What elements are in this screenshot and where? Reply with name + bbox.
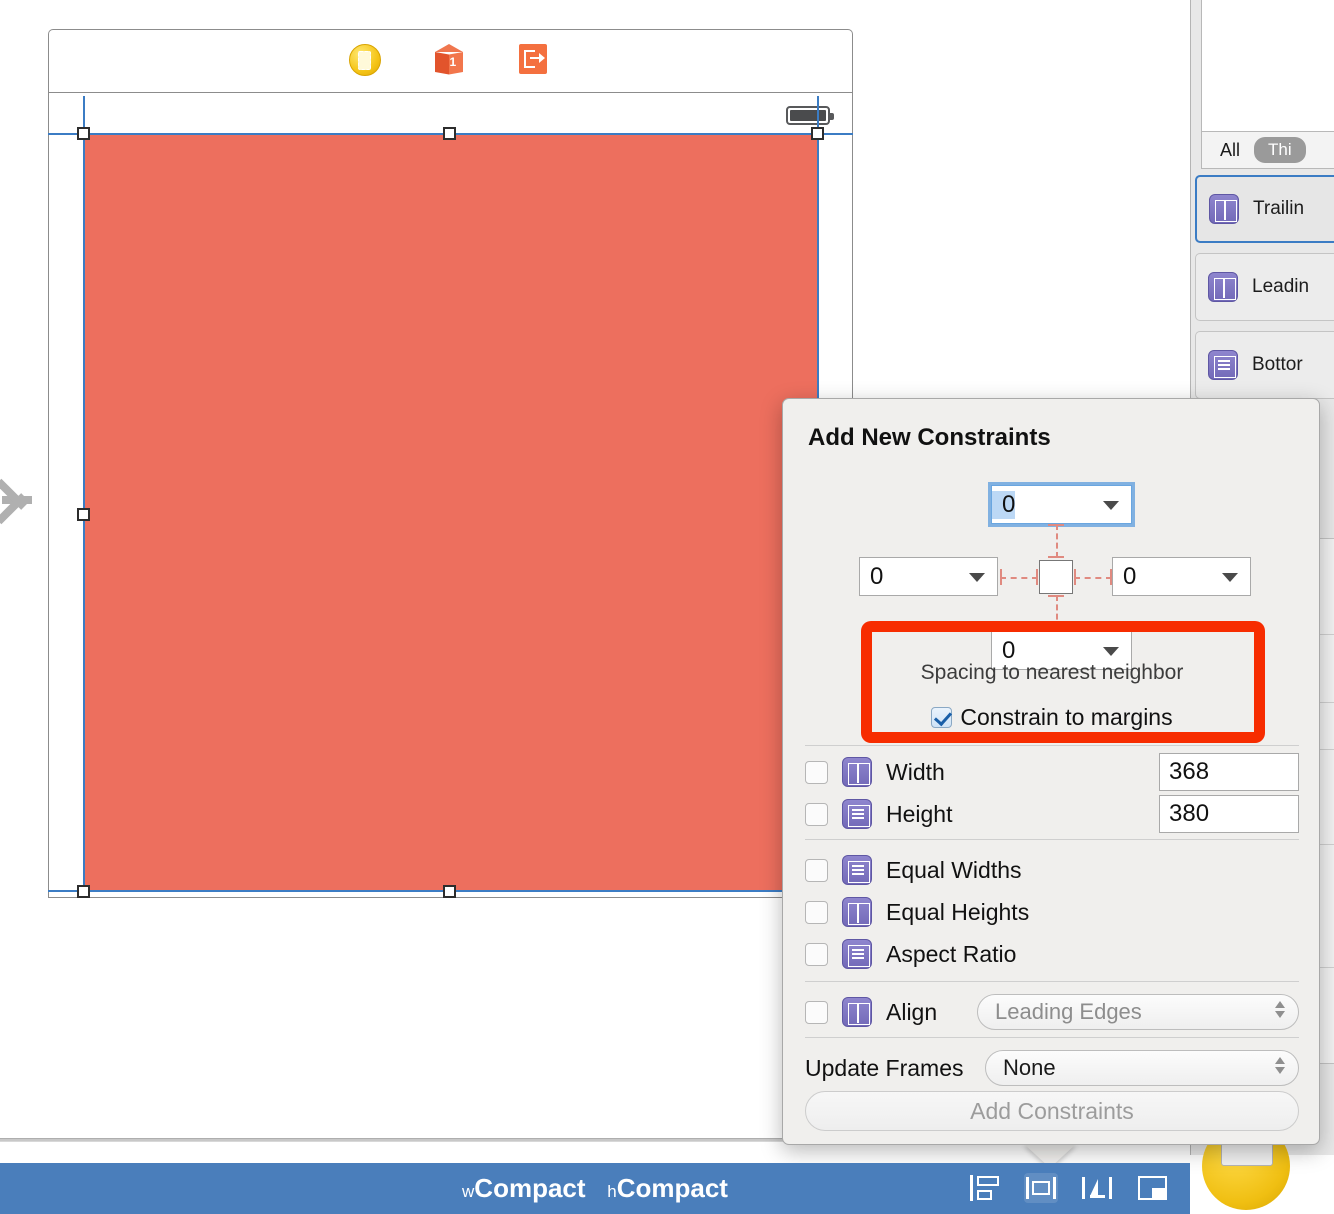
chevron-down-icon[interactable] xyxy=(1222,573,1238,582)
spacing-connector-right[interactable] xyxy=(1074,571,1112,583)
spacing-connector-top[interactable] xyxy=(1050,524,1062,558)
initial-view-controller-arrow xyxy=(2,465,46,535)
width-class-value: Compact xyxy=(474,1173,585,1203)
filter-this-tab[interactable]: Thi xyxy=(1254,137,1306,163)
constraint-row-bottom[interactable]: Bottor xyxy=(1195,331,1334,399)
constraint-filter-row[interactable]: All Thi xyxy=(1201,131,1334,169)
stepper-icon[interactable] xyxy=(1275,1001,1285,1018)
align-option-row[interactable]: Align Leading Edges xyxy=(805,991,1299,1033)
spacing-caption: Spacing to nearest neighbor xyxy=(783,661,1321,685)
stepper-icon[interactable] xyxy=(1275,1057,1285,1074)
exit-segue-icon[interactable] xyxy=(519,44,553,78)
spacing-right-value: 0 xyxy=(1113,563,1136,591)
spacing-connector-bottom[interactable] xyxy=(1050,595,1062,629)
spacing-connector-left[interactable] xyxy=(1000,571,1038,583)
spacing-left-value: 0 xyxy=(860,563,883,591)
size-class-bar[interactable]: wCompact hCompact xyxy=(0,1163,1190,1214)
height-option-row[interactable]: Height 380 xyxy=(805,793,1299,835)
equal-widths-icon xyxy=(842,855,872,885)
width-value-field[interactable]: 368 xyxy=(1159,753,1299,791)
add-new-constraints-popover[interactable]: Add New Constraints 0 0 0 0 xyxy=(782,398,1320,1145)
view-controller-icon[interactable] xyxy=(349,44,383,78)
align-label: Align xyxy=(886,999,937,1026)
update-frames-row[interactable]: Update Frames None xyxy=(805,1047,1299,1089)
aspect-ratio-icon xyxy=(842,939,872,969)
selection-handle-middle-left[interactable] xyxy=(77,508,90,521)
equal-widths-label: Equal Widths xyxy=(886,857,1022,884)
chevron-down-icon[interactable] xyxy=(969,573,985,582)
device-frame[interactable] xyxy=(48,92,853,898)
update-frames-value: None xyxy=(1003,1055,1056,1081)
spacing-control-cluster[interactable]: 0 0 0 0 xyxy=(783,459,1321,659)
trailing-constraint-icon xyxy=(1209,194,1239,224)
constrain-to-margins-row[interactable]: Constrain to margins xyxy=(783,704,1321,731)
constraint-label: Trailin xyxy=(1253,198,1304,220)
spacing-top-field[interactable]: 0 xyxy=(991,485,1132,524)
width-constraint-icon xyxy=(842,757,872,787)
align-button[interactable] xyxy=(968,1173,1002,1203)
aspect-ratio-option-row[interactable]: Aspect Ratio xyxy=(805,933,1299,975)
align-select[interactable]: Leading Edges xyxy=(977,994,1299,1030)
constraint-label: Bottor xyxy=(1252,354,1303,376)
selection-handle-top-right[interactable] xyxy=(811,127,824,140)
height-label: Height xyxy=(886,801,952,828)
constrain-to-margins-checkbox[interactable] xyxy=(931,707,952,728)
equal-widths-option-row[interactable]: Equal Widths xyxy=(805,849,1299,891)
height-value-field[interactable]: 380 xyxy=(1159,795,1299,833)
equal-heights-icon xyxy=(842,897,872,927)
selection-handle-bottom-left[interactable] xyxy=(77,885,90,898)
update-frames-select[interactable]: None xyxy=(985,1050,1299,1086)
height-constraint-icon xyxy=(842,799,872,829)
constraint-label: Leadin xyxy=(1252,276,1309,298)
selection-handle-top-center[interactable] xyxy=(443,127,456,140)
height-class-prefix: h xyxy=(607,1182,616,1201)
spacing-center-square xyxy=(1039,560,1073,594)
width-label: Width xyxy=(886,759,945,786)
height-class-value: Compact xyxy=(617,1173,728,1203)
scene-dock[interactable]: 1 xyxy=(48,29,853,92)
constraint-list[interactable]: Trailin Leadin Bottor xyxy=(1195,175,1334,409)
resolve-issues-button[interactable] xyxy=(1080,1173,1114,1203)
aspect-ratio-label: Aspect Ratio xyxy=(886,941,1016,968)
update-frames-label: Update Frames xyxy=(805,1055,964,1082)
inspector-preview-area xyxy=(1201,0,1334,132)
align-icon xyxy=(842,997,872,1027)
filter-all-tab[interactable]: All xyxy=(1220,140,1240,161)
width-option-row[interactable]: Width 368 xyxy=(805,751,1299,793)
width-value: 368 xyxy=(1160,758,1209,786)
aspect-ratio-checkbox[interactable] xyxy=(805,943,828,966)
equal-heights-checkbox[interactable] xyxy=(805,901,828,924)
equal-heights-option-row[interactable]: Equal Heights xyxy=(805,891,1299,933)
spacing-right-field[interactable]: 0 xyxy=(1112,557,1251,596)
coral-view[interactable] xyxy=(84,135,819,892)
autolayout-toolbar[interactable] xyxy=(968,1173,1170,1203)
selection-guide-left xyxy=(83,96,85,896)
selection-handle-top-left[interactable] xyxy=(77,127,90,140)
constraint-row-leading[interactable]: Leadin xyxy=(1195,253,1334,321)
height-value: 380 xyxy=(1160,800,1209,828)
pin-button[interactable] xyxy=(1024,1173,1058,1203)
battery-icon xyxy=(786,106,830,125)
chevron-down-icon[interactable] xyxy=(1103,647,1119,656)
constraint-row-trailing[interactable]: Trailin xyxy=(1195,175,1334,243)
width-class-prefix: w xyxy=(462,1182,474,1201)
equal-widths-checkbox[interactable] xyxy=(805,859,828,882)
align-checkbox[interactable] xyxy=(805,1001,828,1024)
width-checkbox[interactable] xyxy=(805,761,828,784)
popover-title: Add New Constraints xyxy=(808,424,1051,452)
first-responder-cube-icon[interactable]: 1 xyxy=(434,44,468,78)
leading-constraint-icon xyxy=(1208,272,1238,302)
selection-handle-bottom-center[interactable] xyxy=(443,885,456,898)
embed-in-button[interactable] xyxy=(1136,1173,1170,1203)
constrain-to-margins-label: Constrain to margins xyxy=(960,704,1172,731)
equal-heights-label: Equal Heights xyxy=(886,899,1029,926)
height-checkbox[interactable] xyxy=(805,803,828,826)
chevron-down-icon[interactable] xyxy=(1103,501,1119,510)
spacing-top-value: 0 xyxy=(992,491,1015,519)
align-selected-value: Leading Edges xyxy=(995,999,1142,1025)
bottom-constraint-icon xyxy=(1208,350,1238,380)
spacing-left-field[interactable]: 0 xyxy=(859,557,998,596)
add-constraints-button[interactable]: Add Constraints xyxy=(805,1091,1299,1131)
